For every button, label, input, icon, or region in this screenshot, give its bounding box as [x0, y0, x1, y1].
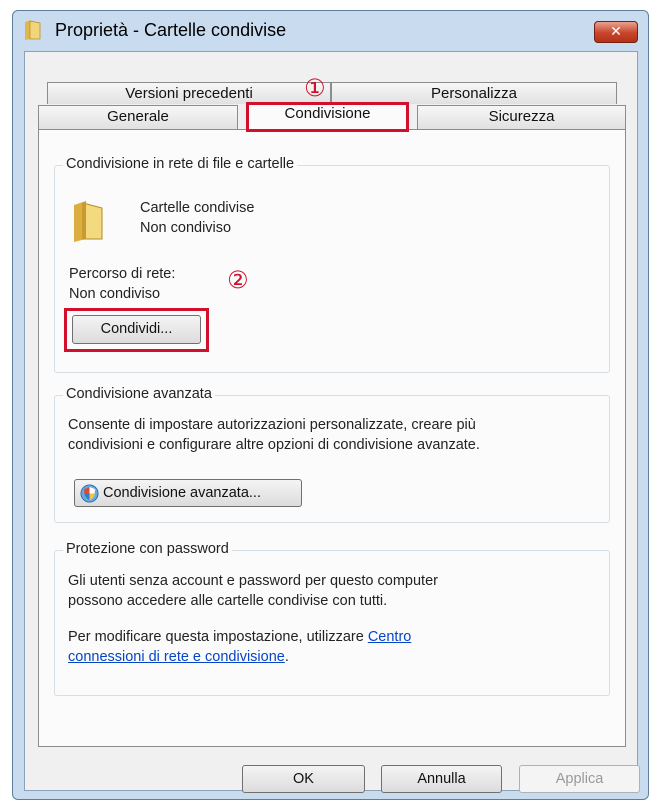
advanced-sharing-group: Condivisione avanzata Consente di impost… [54, 386, 610, 523]
password-settings-line-4: connessioni di rete e condivisione. [68, 649, 289, 665]
network-path-label: Percorso di rete: [69, 266, 176, 282]
window-title: Proprietà - Cartelle condivise [55, 20, 287, 40]
advanced-sharing-description-line-2: condivisioni e configurare altre opzioni… [68, 437, 480, 453]
advanced-sharing-group-title: Condivisione avanzata [63, 386, 215, 402]
close-button[interactable]: ✕ [594, 21, 638, 43]
shield-icon [80, 484, 99, 503]
dialog-client-area: Versioni precedenti Personalizza General… [24, 51, 640, 793]
network-center-link-continued[interactable]: connessioni di rete e condivisione [68, 649, 285, 665]
step-2-marker: ② [227, 266, 249, 294]
advanced-sharing-description-line-1: Consente di impostare autorizzazioni per… [68, 417, 476, 433]
tab-previous-versions[interactable]: Versioni precedenti [47, 82, 331, 104]
properties-window: Proprietà - Cartelle condivise ✕ Version… [12, 10, 649, 800]
tab-general[interactable]: Generale [38, 105, 238, 129]
title-bar[interactable]: Proprietà - Cartelle condivise ✕ [13, 11, 648, 51]
network-path-value: Non condiviso [69, 286, 161, 302]
network-sharing-group: Condivisione in rete di file e cartelle … [54, 156, 610, 373]
advanced-sharing-button[interactable]: Condivisione avanzata... [74, 479, 302, 507]
tab-customize[interactable]: Personalizza [331, 82, 617, 104]
password-info-line-2: possono accedere alle cartelle condivise… [68, 593, 388, 609]
ok-button[interactable]: OK [242, 765, 365, 793]
network-sharing-group-title: Condivisione in rete di file e cartelle [63, 156, 298, 172]
folder-name: Cartelle condivise [140, 200, 255, 216]
folder-icon [74, 201, 103, 242]
password-settings-line-3: Per modificare questa impostazione, util… [68, 629, 412, 645]
folder-icon [25, 20, 41, 40]
password-protection-group: Protezione con password Gli utenti senza… [54, 541, 610, 696]
cancel-button[interactable]: Annulla [381, 765, 502, 793]
password-info-line-1: Gli utenti senza account e password per … [68, 573, 438, 589]
sharing-panel: Condivisione in rete di file e cartelle … [38, 129, 626, 747]
step-1-marker: ① [304, 74, 326, 102]
network-center-link[interactable]: Centro [368, 629, 412, 645]
share-button[interactable]: Condividi... [72, 315, 201, 344]
password-protection-group-title: Protezione con password [63, 541, 232, 557]
folder-share-status: Non condiviso [140, 220, 232, 236]
apply-button[interactable]: Applica [519, 765, 640, 793]
tab-security[interactable]: Sicurezza [417, 105, 626, 129]
tab-sharing[interactable]: Condivisione [246, 102, 409, 130]
close-icon: ✕ [610, 24, 622, 40]
